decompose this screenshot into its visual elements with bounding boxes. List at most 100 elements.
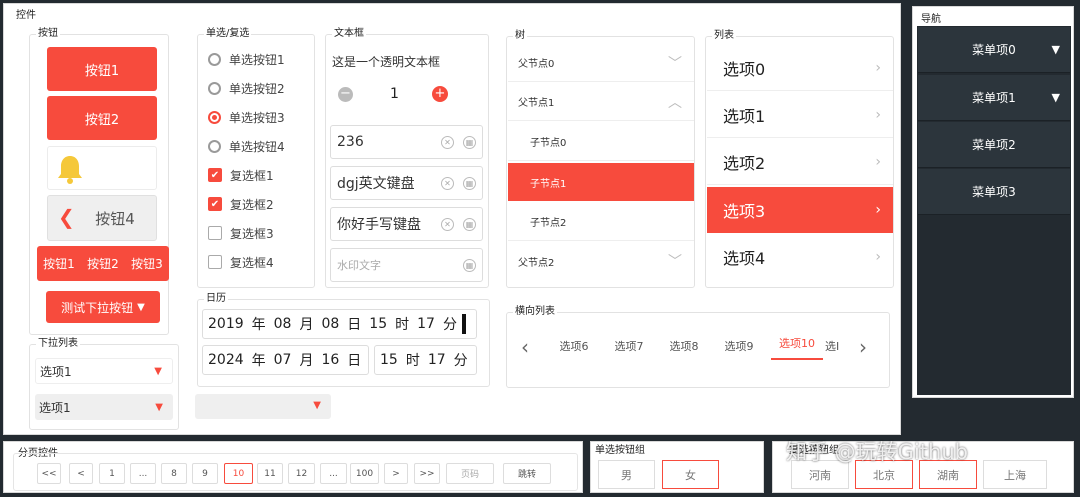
dt1-hour[interactable]: 15 [369,316,387,332]
tree-node-parent-2[interactable]: 父节点2 ﹀ [508,242,694,280]
checkbox-4[interactable]: 复选框4 [208,254,274,270]
tree-node-child-0[interactable]: 子节点0 [508,123,694,161]
radio-4[interactable]: 单选按钮4 [208,138,285,154]
dt2-month[interactable]: 07 [274,352,292,368]
radio-1[interactable]: 单选按钮1 [208,51,285,67]
page-9[interactable]: 9 [192,463,218,484]
checkbox-1[interactable]: ✔ 复选框1 [208,167,274,183]
dt1-month[interactable]: 08 [274,316,292,332]
page-1[interactable]: 1 [99,463,125,484]
clear-icon[interactable]: ✕ [441,218,454,231]
radio-2[interactable]: 单选按钮2 [208,80,285,96]
spin-value[interactable]: 1 [390,86,399,102]
button-1[interactable]: 按钮1 [47,47,157,91]
time-input-2[interactable]: 15 时 17 分 [374,345,477,375]
caret-down-icon: ▼ [1051,91,1060,104]
date-input-2[interactable]: 2024 年 07 月 16 日 [202,345,369,375]
nav-item-0[interactable]: 菜单项0 ▼ [918,27,1070,73]
hlist-item-11[interactable]: 选I [825,338,847,354]
hlist-item-8[interactable]: 选项8 [659,338,709,354]
text-input-1-value: 236 [337,134,364,150]
list-item-3[interactable]: 选项3 › [707,187,893,233]
caret-down-icon: ▼ [154,365,162,377]
list-item-2[interactable]: 选项2 › [707,139,893,185]
tree-node-label: 父节点2 [518,257,555,269]
page-11[interactable]: 11 [257,463,283,484]
dropdown-select-2[interactable]: 选项1 ▼ [35,394,173,420]
text-input-2[interactable]: dgj英文键盘 ✕ ▦ [330,166,483,200]
dt2-day[interactable]: 16 [321,352,339,368]
radio-circle-icon [208,81,221,95]
checkbox-3[interactable]: 复选框3 [208,225,274,241]
list-item-0[interactable]: 选项0 › [707,45,893,91]
dt2-year[interactable]: 2024 [208,352,244,368]
hlist-item-7[interactable]: 选项7 [604,338,654,354]
chevron-right-icon[interactable]: › [859,335,867,359]
page-12[interactable]: 12 [288,463,315,484]
minus-icon[interactable]: − [338,87,353,102]
seg-button-1[interactable]: 按钮1 [43,255,75,272]
tree-node-parent-0[interactable]: 父节点0 ﹀ [508,44,694,82]
transparent-textbox[interactable]: 这是一个透明文本框 [332,53,440,70]
seg-button-2[interactable]: 按钮2 [87,255,119,272]
tree-node-parent-1[interactable]: 父节点1 ︿ [508,83,694,121]
clear-icon[interactable]: ✕ [441,136,454,149]
keyboard-icon[interactable]: ▦ [463,177,476,190]
tree-node-child-1[interactable]: 子节点1 [508,163,694,201]
radio-3[interactable]: 单选按钮3 [208,109,285,125]
hlist-item-9[interactable]: 选项9 [714,338,764,354]
grey-dropdown[interactable]: ▼ [195,394,331,419]
page-10[interactable]: 10 [224,463,253,484]
chevron-left-icon[interactable]: ‹ [521,335,529,359]
keyboard-icon[interactable]: ▦ [463,136,476,149]
dropdown-select-1[interactable]: 选项1 ▼ [35,358,173,384]
keyboard-icon[interactable]: ▦ [463,259,476,272]
keyboard-icon[interactable]: ▦ [463,218,476,231]
gender-male-button[interactable]: 男 [598,460,655,489]
text-input-3-value: 你好手写键盘 [337,217,421,233]
text-input-3[interactable]: 你好手写键盘 ✕ ▦ [330,207,483,241]
plus-icon[interactable]: + [432,86,448,102]
bell-button[interactable] [47,146,157,190]
page-ellipsis-2[interactable]: ... [320,463,347,484]
button-4[interactable]: ❮ 按钮4 [47,195,157,241]
dt1-year[interactable]: 2019 [208,316,244,332]
dt2-hour[interactable]: 15 [380,352,398,368]
text-cursor [461,314,466,334]
clear-icon[interactable]: ✕ [441,177,454,190]
checkbox-2[interactable]: ✔ 复选框2 [208,196,274,212]
page-ellipsis-1[interactable]: ... [130,463,156,484]
check-icon: ✔ [208,197,222,211]
dt1-minute[interactable]: 17 [417,316,435,332]
hlist-item-6[interactable]: 选项6 [549,338,599,354]
city-shanghai-button[interactable]: 上海 [983,460,1047,489]
nav-item-2[interactable]: 菜单项2 [918,122,1070,168]
test-dropdown-button[interactable]: 测试下拉按钮 ▼ [46,291,160,323]
page-number-input[interactable]: 页码 [446,463,494,484]
nav-item-3[interactable]: 菜单项3 [918,169,1070,215]
button-2[interactable]: 按钮2 [47,96,157,140]
page-100[interactable]: 100 [350,463,379,484]
dt1-day[interactable]: 08 [321,316,339,332]
text-input-1[interactable]: 236 ✕ ▦ [330,125,483,159]
jump-button[interactable]: 跳转 [503,463,551,484]
seg-button-3[interactable]: 按钮3 [131,255,163,272]
datetime-input-1[interactable]: 2019 年 08 月 08 日 15 时 17 分 [202,309,477,339]
main-title: 控件 [16,10,36,21]
placeholder-input[interactable]: 水印文字 ▦ [330,248,483,282]
page-prev[interactable]: < [69,463,93,484]
gender-female-button[interactable]: 女 [662,460,719,489]
hlist-item-10[interactable]: 选项10 [771,335,823,360]
page-8[interactable]: 8 [161,463,187,484]
list-item-4[interactable]: 选项4 › [707,234,893,280]
tree-node-child-2[interactable]: 子节点2 [508,203,694,241]
nav-item-1[interactable]: 菜单项1 ▼ [918,75,1070,121]
page-last[interactable]: >> [414,463,440,484]
radio-circle-icon [208,139,221,153]
page-first[interactable]: << [37,463,61,484]
list-item-1[interactable]: 选项1 › [707,92,893,138]
page-next[interactable]: > [384,463,408,484]
tree-group: 树 父节点0 ﹀ 父节点1 ︿ 子节点0 子节点1 子节点2 父节点2 ﹀ [506,30,695,288]
dt2-minute[interactable]: 17 [428,352,446,368]
chevron-down-icon: ﹀ [668,55,682,72]
